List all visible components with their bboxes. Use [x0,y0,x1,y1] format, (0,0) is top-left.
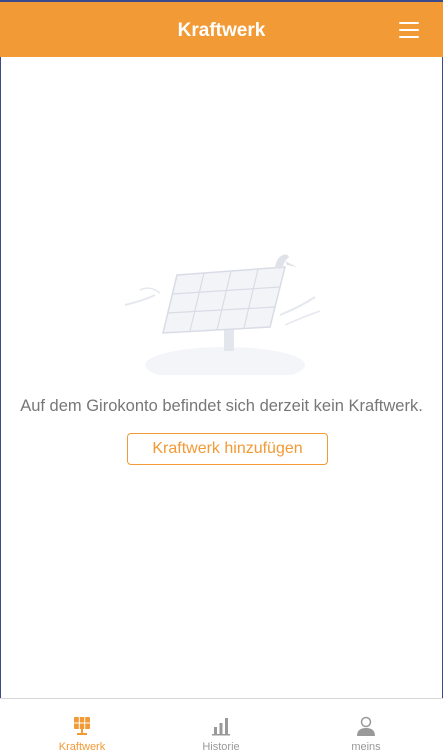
bottom-tab-bar: Kraftwerk Historie meins [0,698,443,756]
tab-label: Kraftwerk [58,741,106,753]
bar-chart-icon [212,718,230,736]
tab-label: Historie [202,741,240,753]
add-power-plant-button[interactable]: Kraftwerk hinzufügen [127,433,328,465]
empty-state-message: Auf dem Girokonto befindet sich derzeit … [20,397,423,415]
tab-meins[interactable]: meins [311,699,421,756]
solar-panel-illustration [124,254,321,375]
person-icon [357,716,375,736]
tab-kraftwerk[interactable]: Kraftwerk [27,699,137,756]
tab-historie[interactable]: Historie [166,699,276,756]
page-title: Kraftwerk [177,20,266,41]
app-header: Kraftwerk [0,0,443,57]
tab-label: meins [351,741,381,753]
hamburger-menu-icon[interactable] [399,22,423,40]
app-frame [0,0,443,755]
solar-panel-icon [74,717,90,735]
